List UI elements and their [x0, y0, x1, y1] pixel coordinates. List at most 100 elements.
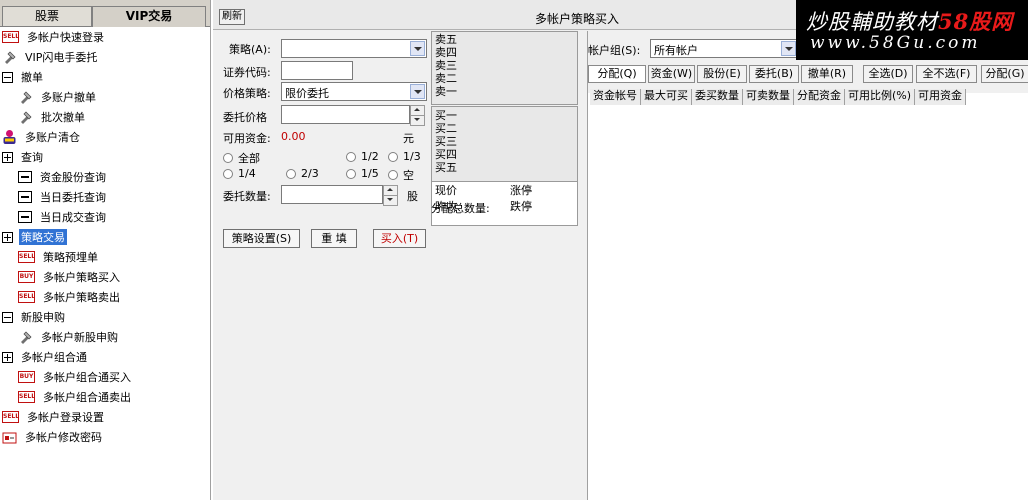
column-header[interactable]: 可用资金: [915, 89, 967, 105]
column-header[interactable]: 资金帐号: [590, 89, 641, 105]
sell-level-label: 卖二: [435, 72, 457, 85]
radio-circle-icon[interactable]: [223, 153, 233, 163]
person-icon: [3, 130, 16, 144]
chevron-down-icon[interactable]: [781, 41, 796, 56]
order-price-label: 委托价格: [223, 111, 267, 124]
quantity-unit: 股: [407, 190, 418, 203]
account-tab[interactable]: 分配(Q): [588, 65, 646, 83]
document-icon: [18, 191, 32, 203]
tree-item[interactable]: 新股申购: [2, 307, 67, 327]
quote-panel: 卖五 卖四 卖三 卖二 卖一 买一 买二 买三 买四 买五 现价 涨停 昨收 跌停: [431, 31, 578, 227]
column-header[interactable]: 分配资金: [794, 89, 845, 105]
tree-item[interactable]: 当日成交查询: [18, 207, 108, 227]
tree-item[interactable]: 多帐户组合通: [2, 347, 89, 367]
radio-circle-icon[interactable]: [388, 151, 398, 162]
tree-item[interactable]: 撤单: [2, 67, 45, 87]
buy-button[interactable]: 买入(T): [373, 229, 426, 248]
tree-item[interactable]: 当日委托查询: [18, 187, 108, 207]
ratio-option-label: 1/4: [238, 167, 256, 180]
tree-item[interactable]: 查询: [2, 147, 45, 167]
account-tab[interactable]: 委托(B): [749, 65, 799, 83]
radio-circle-icon[interactable]: [346, 151, 356, 162]
tree-item-label: 多帐户快速登录: [27, 31, 104, 44]
spin-up-icon[interactable]: [411, 106, 424, 116]
sell-level-label: 卖五: [435, 33, 457, 46]
spin-up-icon[interactable]: [384, 186, 397, 196]
column-header[interactable]: 委买数量: [692, 89, 743, 105]
column-header[interactable]: 可卖数量: [743, 89, 794, 105]
security-code-input[interactable]: [281, 61, 353, 80]
tab-stocks[interactable]: 股票: [2, 6, 92, 27]
tree-item[interactable]: 多账户撤单: [18, 87, 98, 107]
expand-icon[interactable]: [2, 151, 13, 163]
expand-icon[interactable]: [2, 231, 13, 243]
expand-icon[interactable]: [2, 351, 13, 363]
order-price-input[interactable]: [281, 105, 410, 124]
account-tab[interactable]: 资金(W): [648, 65, 695, 83]
collapse-icon[interactable]: [2, 311, 13, 323]
tree-item[interactable]: VIP闪电手委托: [2, 47, 99, 67]
spin-down-icon[interactable]: [411, 116, 424, 126]
tree-item-label: 新股申购: [21, 311, 65, 324]
ratio-option[interactable]: 1/5: [346, 167, 379, 180]
collapse-icon[interactable]: [2, 71, 13, 83]
tree-item[interactable]: 多帐户修改密码: [2, 427, 104, 447]
radio-circle-icon[interactable]: [223, 168, 233, 179]
chevron-down-icon[interactable]: [410, 84, 425, 99]
limit-up-label: 涨停: [510, 184, 532, 197]
quantity-spinner[interactable]: [383, 185, 398, 206]
watermark-brand: 58股网: [938, 9, 1014, 34]
ratio-option[interactable]: 空: [388, 167, 414, 183]
chevron-down-icon[interactable]: [410, 41, 425, 56]
account-group-select[interactable]: 所有帐户: [650, 39, 798, 58]
window-title: 多帐户策略买入: [535, 12, 620, 26]
tab-vip-trade[interactable]: VIP交易: [92, 6, 206, 27]
refresh-button[interactable]: 刷新: [219, 9, 245, 25]
spin-down-icon[interactable]: [384, 196, 397, 206]
tree-item[interactable]: 多账户清仓: [2, 127, 82, 147]
price-strategy-select[interactable]: 限价委托: [281, 82, 427, 101]
tree-item[interactable]: SELL 策略预埋单: [18, 247, 100, 267]
radio-circle-icon[interactable]: [388, 170, 398, 180]
tree-item[interactable]: 多帐户新股申购: [18, 327, 120, 347]
tree-item[interactable]: SELL 多帐户登录设置: [2, 407, 106, 427]
wrench-icon: [21, 111, 32, 124]
wrench-icon: [5, 51, 16, 64]
strategy-select[interactable]: [281, 39, 427, 58]
tree-item[interactable]: 策略交易: [2, 227, 67, 247]
tree-item[interactable]: BUY 多帐户组合通买入: [18, 367, 133, 387]
ratio-option[interactable]: 1/4: [223, 167, 256, 180]
tree-item[interactable]: 资金股份查询: [18, 167, 108, 187]
ratio-option[interactable]: 全部: [223, 150, 260, 166]
reset-button[interactable]: 重 填: [311, 229, 357, 248]
ratio-option[interactable]: 1/3: [388, 150, 421, 163]
sell-icon: SELL: [18, 291, 35, 303]
column-header[interactable]: 可用比例(%): [845, 89, 916, 105]
price-strategy-label: 价格策略:: [223, 87, 271, 100]
allocation-total-label: 分配总数量:: [431, 202, 490, 215]
account-tab[interactable]: 股份(E): [697, 65, 747, 83]
tree-item-label: 资金股份查询: [40, 171, 106, 184]
order-price-spinner[interactable]: [410, 105, 425, 126]
quantity-input[interactable]: [281, 185, 383, 204]
tree-item[interactable]: SELL 多帐户策略卖出: [18, 287, 122, 307]
tree-item[interactable]: 批次撤单: [18, 107, 87, 127]
tree-item-label: 多帐户策略卖出: [43, 291, 120, 304]
buy-level-label: 买五: [435, 161, 457, 174]
ratio-option[interactable]: 2/3: [286, 167, 319, 180]
strategy-settings-button[interactable]: 策略设置(S): [223, 229, 300, 248]
radio-circle-icon[interactable]: [346, 168, 356, 179]
account-tab[interactable]: 全选(D): [863, 65, 913, 83]
account-tab[interactable]: 撤单(R): [801, 65, 853, 83]
tree-item[interactable]: SELL 多帐户组合通卖出: [18, 387, 133, 407]
account-group-value: 所有帐户: [654, 44, 698, 57]
column-header[interactable]: 最大可买: [641, 89, 692, 105]
sell-levels: 卖五 卖四 卖三 卖二 卖一: [431, 31, 578, 105]
sell-level-label: 卖三: [435, 59, 457, 72]
tree-item[interactable]: SELL 多帐户快速登录: [2, 27, 106, 47]
account-tab[interactable]: 分配(G): [981, 65, 1028, 83]
ratio-option[interactable]: 1/2: [346, 150, 379, 163]
tree-item[interactable]: BUY 多帐户策略买入: [18, 267, 122, 287]
account-tab[interactable]: 全不选(F): [916, 65, 977, 83]
radio-circle-icon[interactable]: [286, 168, 296, 179]
